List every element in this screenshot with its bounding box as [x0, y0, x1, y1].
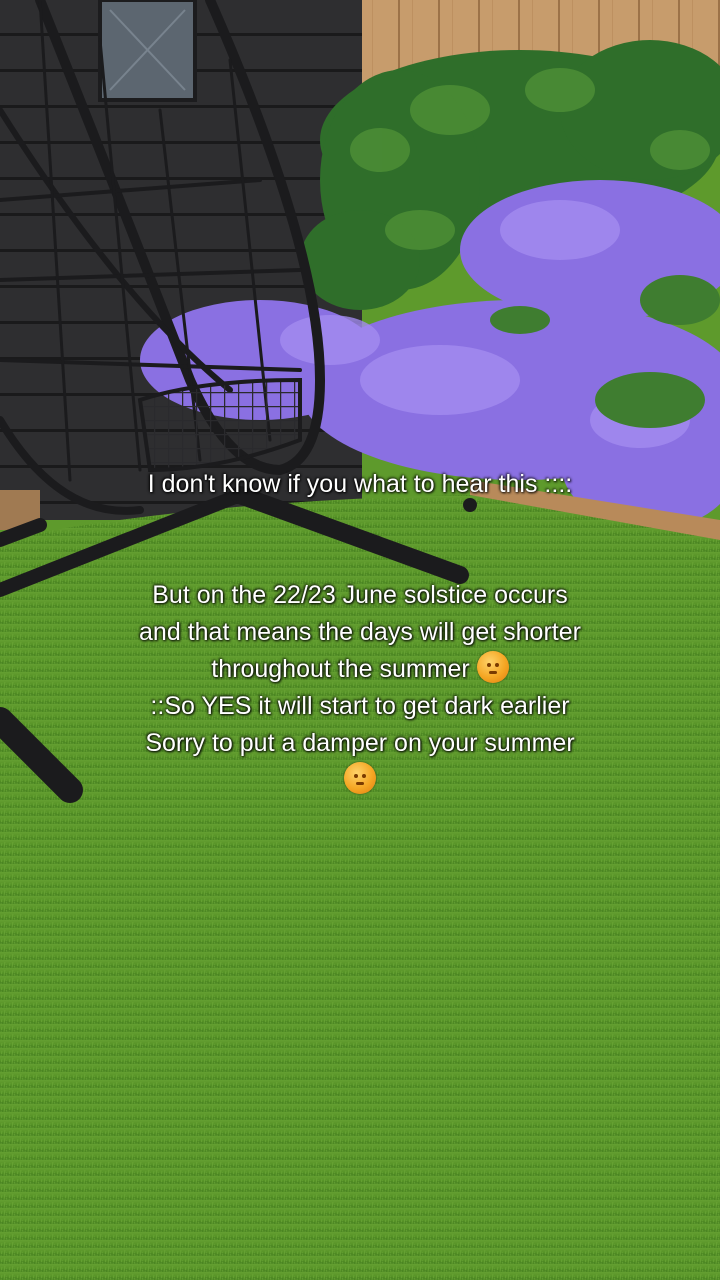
caption-line-2: But on the 22/23 June solstice occurs: [152, 581, 568, 609]
caption-spacer-2: [0, 540, 720, 577]
caption-block: I don't know if you what to hear this ::…: [0, 466, 720, 799]
caption-line-3: and that means the days will get shorter: [139, 618, 581, 646]
caption-line-6: Sorry to put a damper on your summer: [145, 729, 575, 757]
sun-face-icon: [344, 762, 376, 794]
sun-face-icon: [476, 651, 509, 683]
video-frame: I don't know if you what to hear this ::…: [0, 0, 720, 1280]
caption-line-1: I don't know if you what to hear this ::…: [147, 470, 573, 498]
caption-line-4-wrap: throughout the summer: [0, 651, 720, 688]
caption-line-7: [0, 762, 720, 799]
caption-line-4: throughout the summer: [211, 655, 470, 683]
caption-line-5: ::So YES it will start to get dark earli…: [150, 692, 570, 720]
